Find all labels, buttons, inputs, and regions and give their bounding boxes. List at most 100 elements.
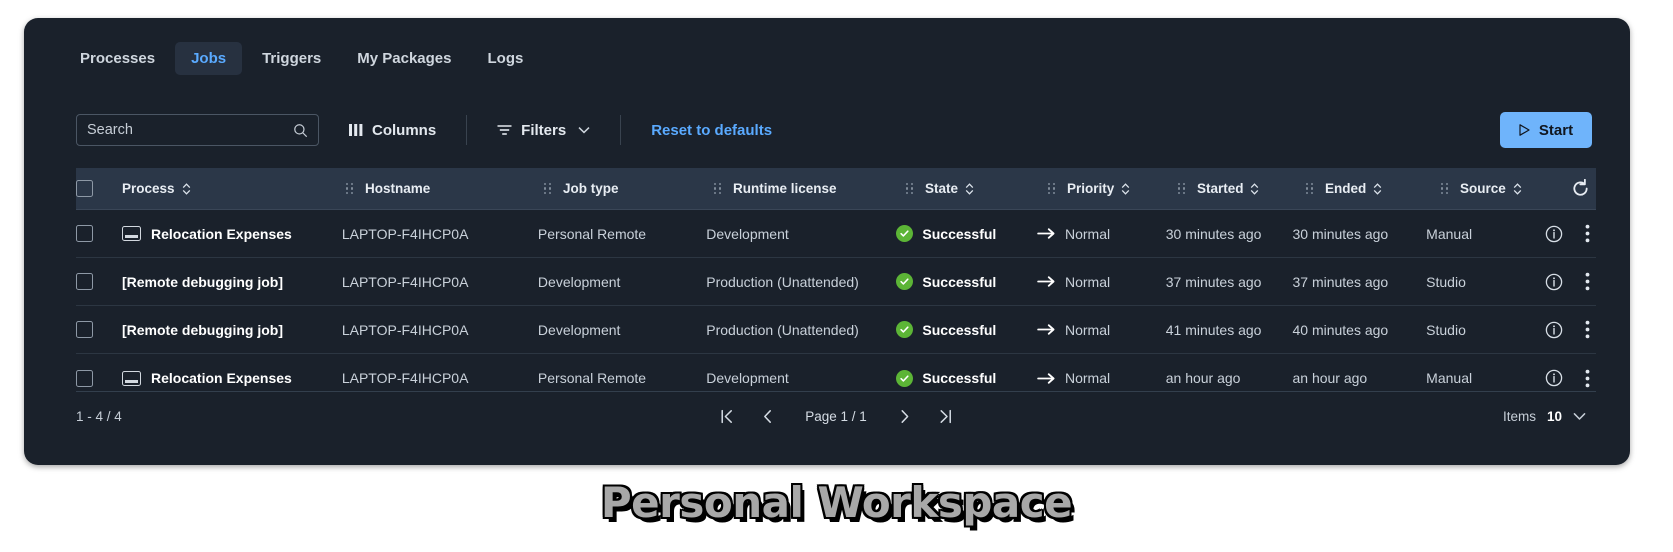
table-row[interactable]: [Remote debugging job] LAPTOP-F4IHCP0A D… xyxy=(76,306,1596,354)
table-toolbar: Search Columns Filters Reset to defaults… xyxy=(24,102,1630,158)
info-icon[interactable] xyxy=(1545,321,1563,339)
refresh-icon[interactable] xyxy=(1571,179,1590,198)
column-drag-handle-icon[interactable] xyxy=(1306,182,1313,195)
filter-icon xyxy=(497,124,512,136)
cell-priority-label: Normal xyxy=(1065,321,1111,338)
column-header-started-label: Started xyxy=(1196,181,1244,196)
cell-ended-label: 37 minutes ago xyxy=(1292,273,1389,290)
column-header-source-label: Source xyxy=(1459,181,1506,196)
items-per-page-label: Items xyxy=(1502,408,1536,424)
sort-icon[interactable] xyxy=(1250,182,1259,195)
more-vertical-icon[interactable] xyxy=(1585,320,1590,339)
cell-process-label: Relocation Expenses xyxy=(151,225,292,242)
cell-source-label: Manual xyxy=(1426,370,1473,386)
cell-runtime-license-label: Development xyxy=(706,225,789,242)
column-header-job-type[interactable]: Job type xyxy=(542,181,712,196)
cell-process-label: [Remote debugging job] xyxy=(122,321,283,338)
tab-triggers[interactable]: Triggers xyxy=(246,42,337,75)
cell-priority: Normal xyxy=(1037,322,1166,338)
next-page-button[interactable] xyxy=(885,398,925,434)
column-drag-handle-icon[interactable] xyxy=(1048,182,1055,195)
cell-state-label: Successful xyxy=(922,321,997,338)
sort-icon[interactable] xyxy=(965,182,974,195)
tab-my-packages[interactable]: My Packages xyxy=(341,42,467,75)
reset-to-defaults-button[interactable]: Reset to defaults xyxy=(651,122,772,139)
info-icon[interactable] xyxy=(1545,369,1563,387)
info-icon[interactable] xyxy=(1545,273,1563,291)
toolbar-divider-1 xyxy=(466,115,468,145)
row-checkbox[interactable] xyxy=(76,273,93,290)
cell-started: an hour ago xyxy=(1166,370,1293,386)
start-button[interactable]: Start xyxy=(1500,112,1592,148)
arrow-right-icon xyxy=(1037,372,1056,385)
cell-job-type: Personal Remote xyxy=(538,226,706,242)
row-checkbox[interactable] xyxy=(76,321,93,338)
column-drag-handle-icon[interactable] xyxy=(714,182,721,195)
chevron-down-icon xyxy=(578,126,590,134)
more-vertical-icon[interactable] xyxy=(1585,369,1590,388)
cell-source-label: Studio xyxy=(1426,321,1466,338)
column-header-runtime-license[interactable]: Runtime license xyxy=(712,181,904,196)
column-drag-handle-icon[interactable] xyxy=(906,182,913,195)
play-icon xyxy=(1519,124,1530,136)
sort-icon[interactable] xyxy=(182,182,191,195)
check-circle-icon xyxy=(896,273,914,290)
cell-job-type-label: Personal Remote xyxy=(537,370,647,386)
info-icon[interactable] xyxy=(1545,225,1563,243)
column-header-priority[interactable]: Priority xyxy=(1046,181,1176,196)
column-drag-handle-icon[interactable] xyxy=(544,182,551,195)
filters-button-label: Filters xyxy=(521,121,567,139)
last-page-icon xyxy=(938,409,952,424)
check-circle-icon xyxy=(896,321,914,338)
cell-state-label: Successful xyxy=(922,225,997,242)
cell-source: Studio xyxy=(1426,322,1545,338)
cell-hostname: LAPTOP-F4IHCP0A xyxy=(342,226,538,242)
cell-process-label: Relocation Expenses xyxy=(151,370,292,386)
chevron-down-icon[interactable] xyxy=(1573,412,1586,421)
row-select-cell xyxy=(76,321,122,338)
column-header-hostname[interactable]: Hostname xyxy=(344,181,542,196)
column-drag-handle-icon[interactable] xyxy=(1178,182,1185,195)
items-per-page-selector[interactable]: Items 10 xyxy=(1503,409,1596,424)
prev-page-button[interactable] xyxy=(747,398,787,434)
column-header-process[interactable]: Process xyxy=(122,181,344,196)
sort-icon[interactable] xyxy=(1373,182,1382,195)
cell-started: 30 minutes ago xyxy=(1166,226,1293,242)
column-header-state[interactable]: State xyxy=(904,181,1046,196)
more-vertical-icon[interactable] xyxy=(1585,224,1590,243)
column-drag-handle-icon[interactable] xyxy=(1441,182,1448,195)
column-header-source[interactable]: Source xyxy=(1439,181,1559,196)
first-page-button[interactable] xyxy=(707,398,747,434)
row-actions xyxy=(1545,320,1596,339)
search-input-text: Search xyxy=(87,121,133,138)
table-row[interactable]: Relocation Expenses LAPTOP-F4IHCP0A Pers… xyxy=(76,210,1596,258)
column-header-job-type-label: Job type xyxy=(562,181,619,196)
cell-priority-label: Normal xyxy=(1065,370,1111,386)
cell-hostname-label: LAPTOP-F4IHCP0A xyxy=(341,370,469,386)
more-vertical-icon[interactable] xyxy=(1585,272,1590,291)
table-header-actions xyxy=(1559,179,1596,198)
tab-jobs[interactable]: Jobs xyxy=(175,41,243,75)
column-header-ended[interactable]: Ended xyxy=(1304,181,1439,196)
cell-priority-label: Normal xyxy=(1065,273,1111,290)
cell-runtime-license: Development xyxy=(706,226,896,242)
cell-ended: an hour ago xyxy=(1292,370,1426,386)
cell-started: 41 minutes ago xyxy=(1166,322,1293,338)
sort-icon[interactable] xyxy=(1121,182,1130,195)
filters-button[interactable]: Filters xyxy=(497,122,590,139)
tab-logs[interactable]: Logs xyxy=(472,42,540,75)
sort-icon[interactable] xyxy=(1513,182,1522,195)
column-drag-handle-icon[interactable] xyxy=(346,182,353,195)
tab-processes[interactable]: Processes xyxy=(64,42,171,75)
columns-button[interactable]: Columns xyxy=(349,122,436,139)
column-header-started[interactable]: Started xyxy=(1176,181,1304,196)
next-page-icon xyxy=(899,409,910,424)
table-row[interactable]: [Remote debugging job] LAPTOP-F4IHCP0A D… xyxy=(76,258,1596,306)
search-input[interactable]: Search xyxy=(76,114,319,146)
select-all-checkbox[interactable] xyxy=(76,180,93,197)
last-page-button[interactable] xyxy=(925,398,965,434)
cell-job-type: Development xyxy=(538,274,706,290)
row-checkbox[interactable] xyxy=(76,369,93,387)
row-checkbox[interactable] xyxy=(76,225,93,242)
cell-started-label: 37 minutes ago xyxy=(1165,273,1262,290)
